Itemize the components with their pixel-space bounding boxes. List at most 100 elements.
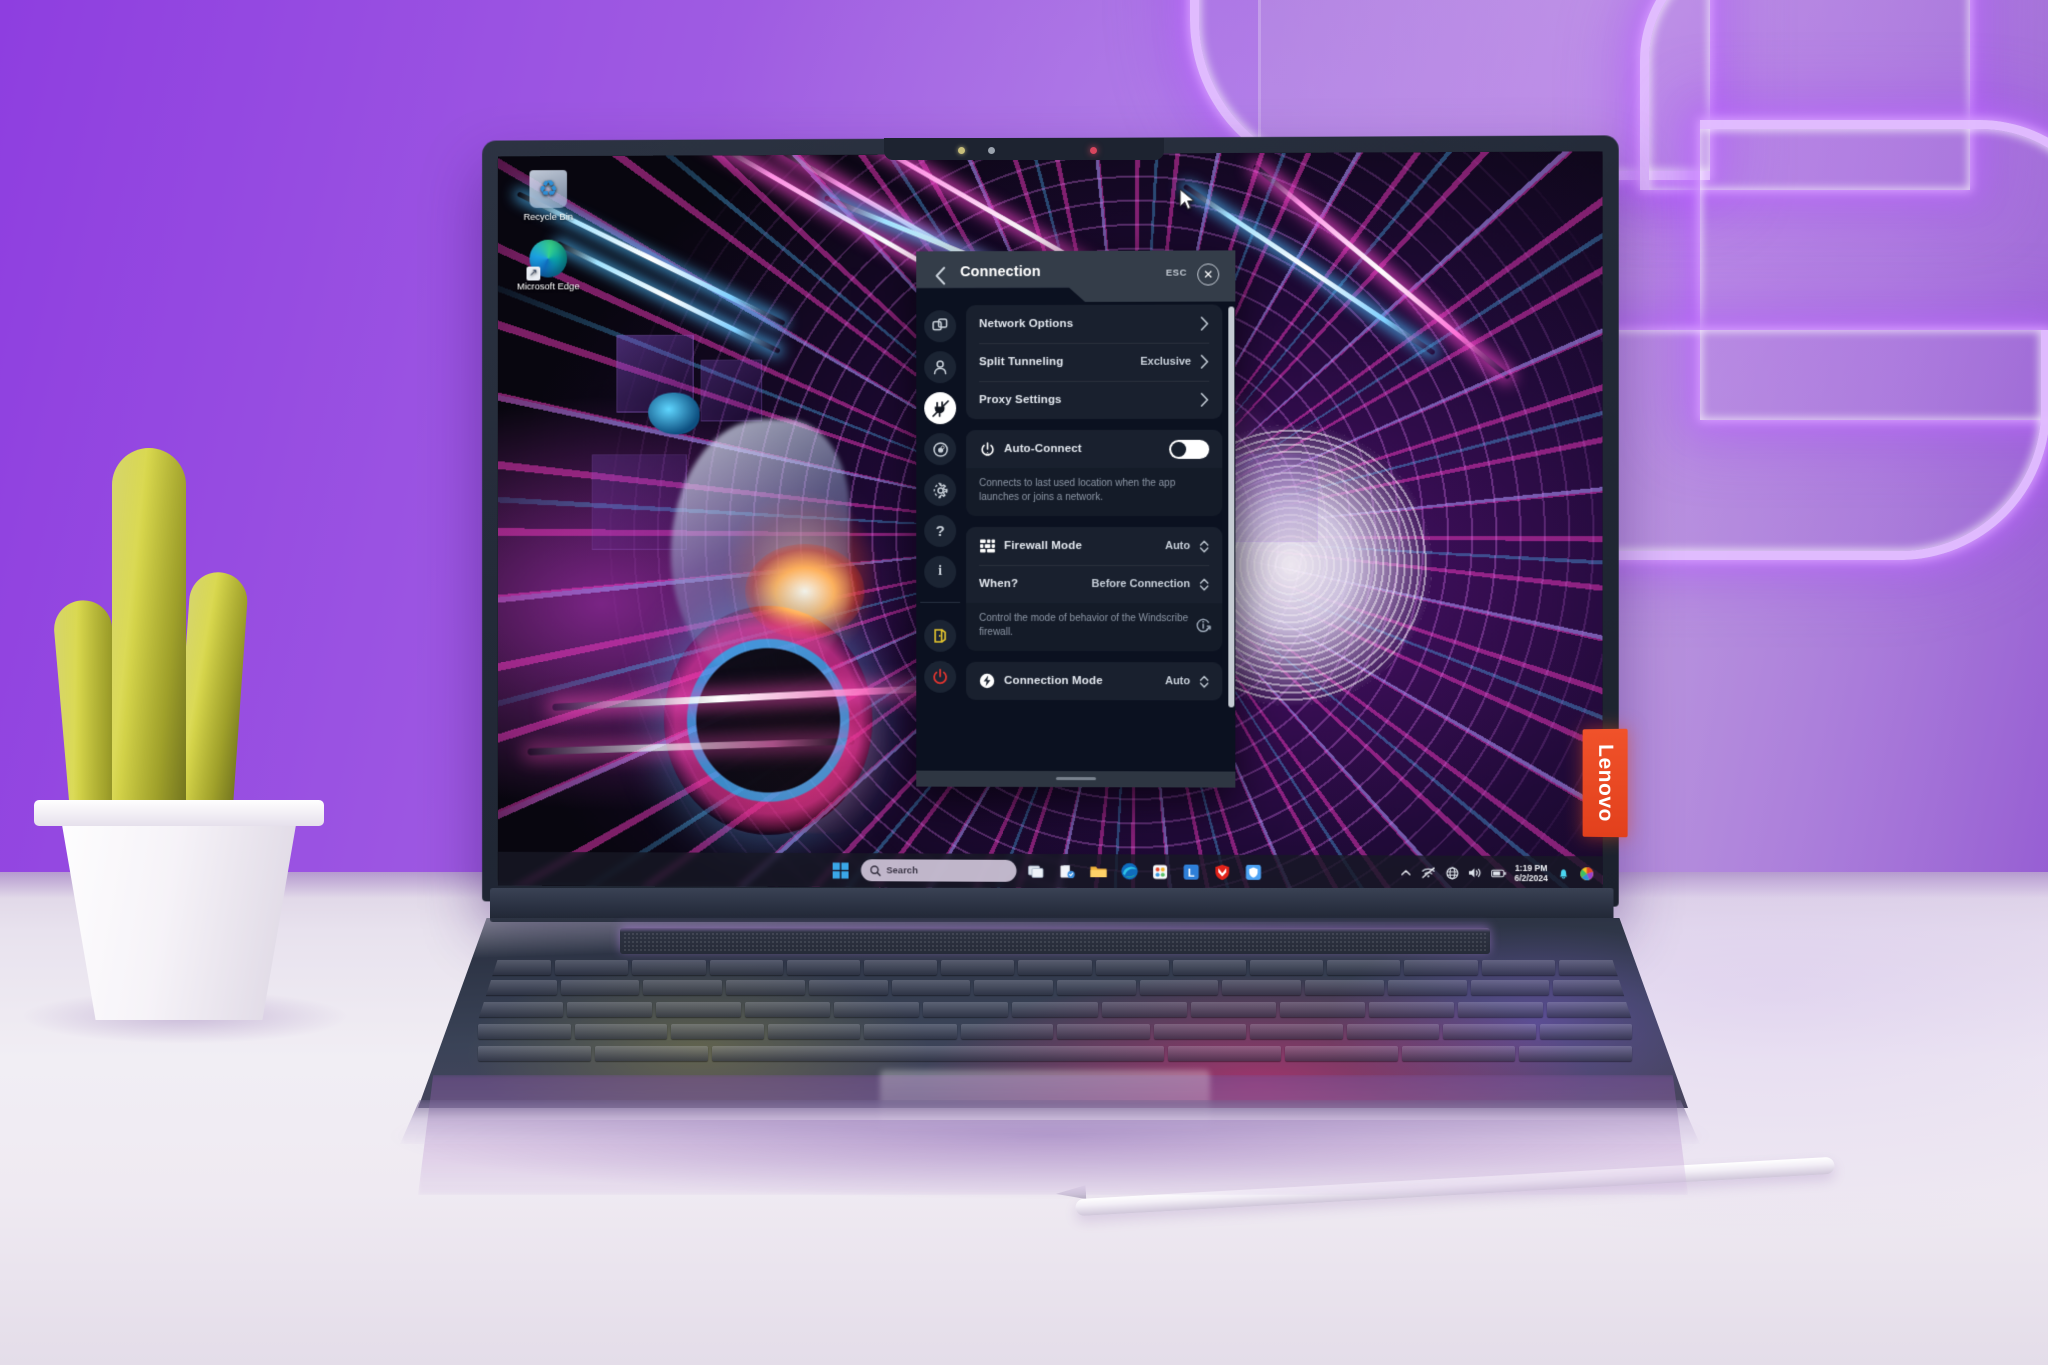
sidebar-item-connection[interactable]: [924, 392, 956, 424]
sidebar-item-help[interactable]: ?: [924, 515, 956, 547]
back-button[interactable]: [928, 263, 952, 287]
sidebar-item-about[interactable]: i: [924, 556, 956, 588]
laptop-screen: ♻ Recycle Bin ↗ Microsoft Edge Connectio…: [498, 152, 1603, 891]
webcam-notch: [884, 138, 1164, 160]
row-split-tunneling[interactable]: Split Tunneling Exclusive: [966, 343, 1222, 382]
photos-icon: [1152, 863, 1169, 880]
lenovo-l-icon: L: [1183, 863, 1200, 880]
firewall-mode-card: Firewall Mode Auto When? Before Connecti…: [966, 527, 1222, 651]
windows-squares-icon: [932, 318, 948, 334]
navigation-card: Network Options Split Tunneling Exclusiv…: [966, 305, 1222, 420]
taskbar-system-tray: 1:19 PM 6/2/2024: [1398, 862, 1594, 883]
mcafee-shield-icon: [1214, 863, 1231, 880]
battery-icon: [1491, 867, 1506, 878]
row-firewall-when[interactable]: When? Before Connection: [966, 565, 1222, 603]
sidebar-item-robert[interactable]: [924, 433, 956, 465]
desktop-icon-recycle-bin[interactable]: ♻ Recycle Bin: [512, 170, 585, 223]
connection-mode-stepper[interactable]: [1199, 674, 1209, 689]
row-auto-connect[interactable]: A Auto-Connect: [966, 430, 1222, 468]
taskbar-app-task-view[interactable]: [1025, 860, 1047, 882]
taskbar-clock[interactable]: 1:19 PM 6/2/2024: [1514, 863, 1547, 883]
webcam-lens: [988, 147, 995, 154]
taskbar-app-file-explorer[interactable]: [1087, 860, 1109, 882]
taskbar-app-microsoft-store[interactable]: [1056, 860, 1078, 882]
chevron-updown-icon: [1199, 539, 1209, 554]
microsoft-edge-icon: ↗: [529, 240, 567, 278]
sensor-indicator: [958, 147, 965, 154]
color-wheel-icon: [1579, 866, 1594, 881]
start-button[interactable]: [830, 859, 852, 881]
row-proxy-settings[interactable]: Proxy Settings: [966, 381, 1222, 419]
svg-text:A: A: [985, 452, 989, 457]
clock-time: 1:19 PM: [1514, 863, 1547, 873]
ir-sensor: [1090, 147, 1097, 154]
close-button[interactable]: ✕: [1197, 263, 1219, 285]
row-network-options[interactable]: Network Options: [966, 305, 1222, 344]
windows-start-icon: [832, 862, 849, 879]
lenovo-brand-label: Lenovo: [1593, 744, 1616, 822]
row-label: When?: [979, 578, 1018, 590]
firewall-bricks-icon: [979, 538, 995, 554]
app-scrollbar[interactable]: [1228, 307, 1234, 708]
taskbar-app-windscribe[interactable]: [1242, 861, 1264, 883]
laptop-keyboard[interactable]: [460, 958, 1650, 1076]
row-label: Network Options: [979, 318, 1073, 330]
row-label: Firewall Mode: [1004, 540, 1082, 552]
speaker-grille: [620, 928, 1490, 954]
sidebar-item-preferences[interactable]: [924, 474, 956, 506]
firewall-when-stepper[interactable]: [1199, 577, 1209, 592]
taskbar-app-lenovo-vantage[interactable]: L: [1180, 861, 1202, 883]
show-hidden-icons-button[interactable]: [1398, 865, 1413, 880]
network-off-icon: [1422, 867, 1436, 879]
svg-text:L: L: [1188, 867, 1195, 879]
speaker-icon: [1468, 867, 1482, 879]
row-label: Split Tunneling: [979, 356, 1063, 368]
sidebar-item-general[interactable]: [924, 310, 956, 342]
question-mark-icon: ?: [936, 522, 945, 539]
notifications-button[interactable]: [1556, 866, 1571, 881]
mouse-cursor: [1179, 188, 1196, 212]
chevron-updown-icon: [1199, 577, 1209, 592]
sidebar-item-quit[interactable]: [924, 661, 956, 693]
person-icon: [932, 359, 948, 375]
plug-icon: [932, 400, 949, 417]
auto-connect-toggle[interactable]: [1169, 439, 1209, 458]
windscribe-app-window[interactable]: Connection ESC ✕ ? i Network Options Spl…: [916, 250, 1235, 787]
taskbar-search-box[interactable]: Search: [860, 859, 1016, 882]
info-external-link-icon[interactable]: [1196, 617, 1211, 637]
robert-eye-icon: [932, 441, 949, 458]
gear-icon: [932, 482, 949, 499]
firewall-description-wrap: Control the mode of behavior of the Wind…: [966, 603, 1222, 651]
resize-grip[interactable]: [1055, 777, 1095, 780]
taskbar-app-mcafee[interactable]: [1211, 861, 1233, 883]
volume-button[interactable]: [1468, 865, 1483, 880]
chevron-right-icon: [1200, 355, 1209, 369]
search-icon: [869, 865, 880, 876]
power-auto-icon: A: [979, 441, 995, 457]
bell-icon: [1557, 867, 1570, 880]
firewall-description: Control the mode of behavior of the Wind…: [979, 613, 1188, 638]
color-profile-button[interactable]: [1579, 866, 1594, 881]
vpn-status-button[interactable]: [1445, 865, 1460, 880]
sidebar-item-logout[interactable]: [924, 620, 956, 652]
chevron-left-icon: [934, 266, 947, 285]
row-connection-mode[interactable]: Connection Mode Auto: [966, 662, 1222, 701]
laptop: ♻ Recycle Bin ↗ Microsoft Edge Connectio…: [0, 0, 2048, 1365]
battery-button[interactable]: [1491, 865, 1506, 880]
row-label: Connection Mode: [1004, 675, 1103, 687]
info-icon: i: [938, 564, 942, 580]
row-firewall-mode[interactable]: Firewall Mode Auto: [966, 527, 1222, 565]
taskbar-app-photos[interactable]: [1149, 860, 1171, 882]
firewall-mode-stepper[interactable]: [1199, 539, 1209, 554]
chevron-right-icon: [1200, 317, 1209, 331]
connection-mode-card: Connection Mode Auto: [966, 662, 1222, 701]
sidebar-divider: [920, 602, 960, 603]
taskbar-app-microsoft-edge[interactable]: [1118, 860, 1140, 882]
store-icon: [1058, 863, 1075, 880]
sidebar-item-account[interactable]: [924, 351, 956, 383]
recycle-bin-icon: ♻: [529, 170, 567, 208]
desktop-icon-label: Recycle Bin: [512, 212, 585, 224]
desktop-icon-microsoft-edge[interactable]: ↗ Microsoft Edge: [512, 240, 585, 293]
windscribe-icon: [1245, 863, 1262, 880]
network-status-button[interactable]: [1421, 865, 1436, 880]
